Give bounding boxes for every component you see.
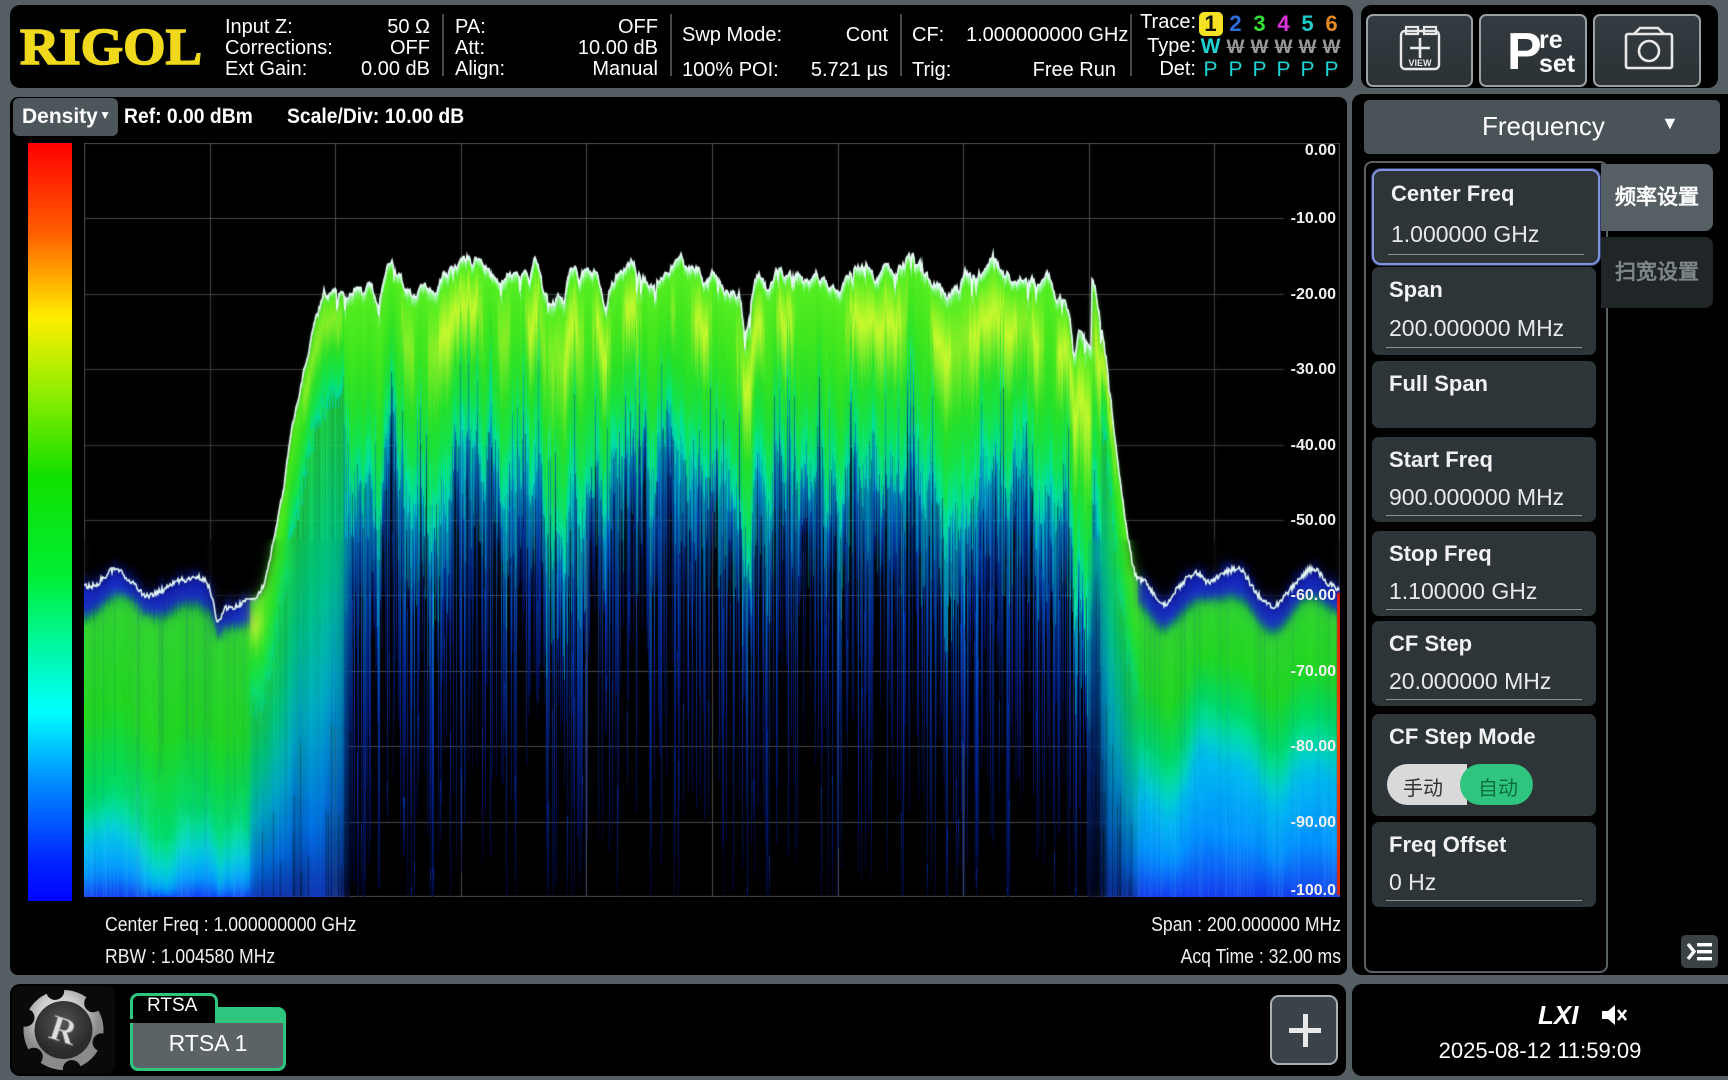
svg-text:set: set [1539,50,1576,78]
svg-text:VIEW: VIEW [1408,58,1432,68]
svg-text:LXI: LXI [1538,1000,1579,1030]
svg-text:P: P [1507,23,1542,81]
svg-text:RIGOL: RIGOL [20,20,202,72]
